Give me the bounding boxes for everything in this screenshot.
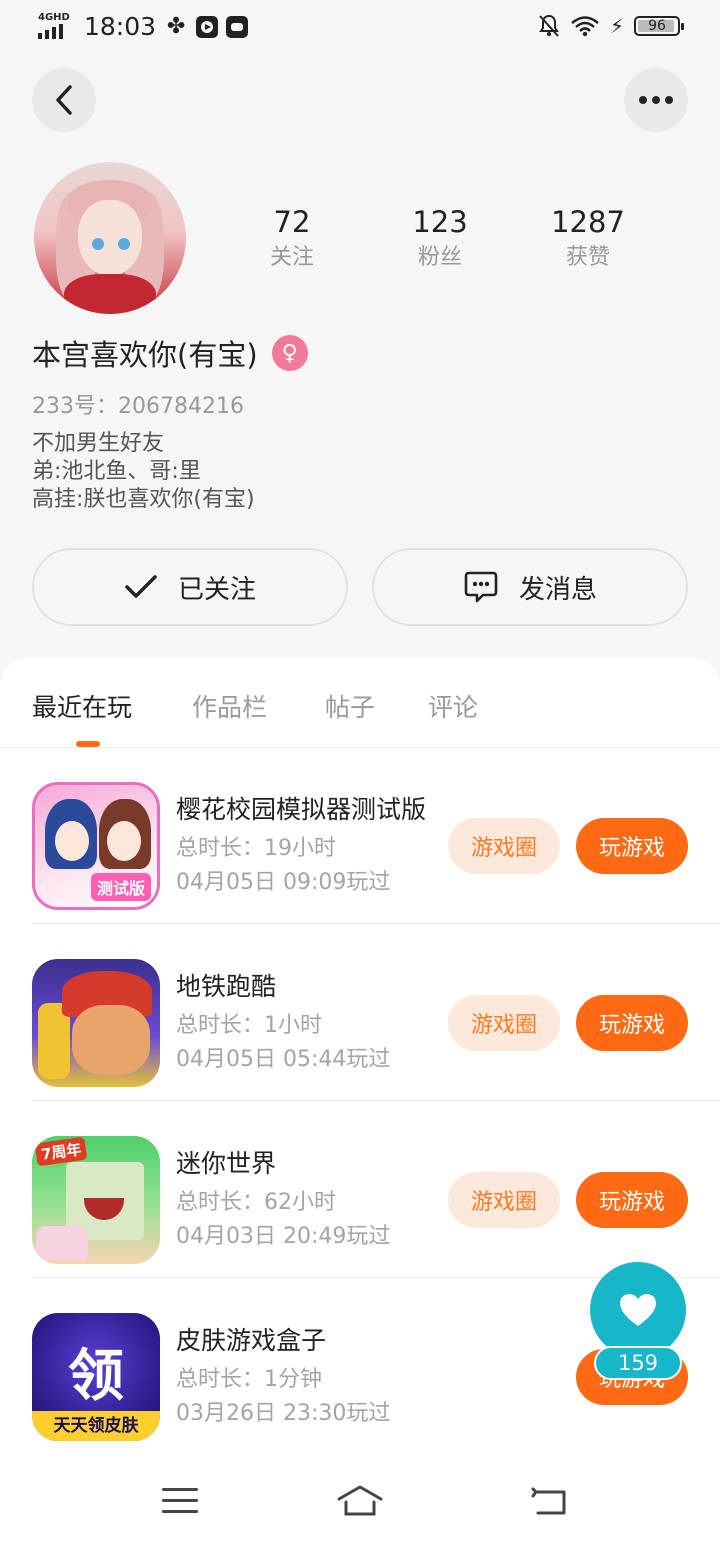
game-last-played: 03月26日 23:30玩过 <box>176 1401 391 1426</box>
game-row[interactable]: 地铁跑酷 总时长：1小时 04月05日 05:44玩过 游戏圈 玩游戏 <box>32 925 720 1101</box>
video-icon <box>196 15 219 38</box>
avatar[interactable] <box>34 162 186 314</box>
chat-bubble-icon <box>464 571 498 603</box>
following-button[interactable]: 已关注 <box>32 548 348 626</box>
play-game-button[interactable]: 玩游戏 <box>576 995 688 1051</box>
game-title: 迷你世界 <box>176 1149 277 1178</box>
check-icon <box>125 575 157 598</box>
profile-stats: 72 关注 123 粉丝 1287 获赞 <box>218 202 662 274</box>
game-title: 皮肤游戏盒子 <box>176 1326 327 1355</box>
stat-followers[interactable]: 123 粉丝 <box>366 202 514 274</box>
female-icon: ♀ <box>271 335 308 371</box>
status-bar: 4GHD 18:03 ✤ ⚡ 96 <box>0 0 720 56</box>
send-message-button[interactable]: 发消息 <box>372 548 688 626</box>
chevron-left-icon <box>56 85 72 115</box>
game-title: 地铁跑酷 <box>176 972 277 1001</box>
stat-following[interactable]: 72 关注 <box>218 202 366 274</box>
more-dots-icon <box>639 96 673 104</box>
game-duration: 总时长：19小时 <box>176 836 336 861</box>
menu-icon[interactable] <box>162 1488 198 1521</box>
tab-indicator <box>76 741 100 747</box>
profile-name: 本宫喜欢你(有宝) <box>32 338 258 372</box>
profile-bio: 不加男生好友 弟:池北鱼、哥:里 高挂:朕也喜欢你(有宝) <box>32 431 255 512</box>
game-circle-button[interactable]: 游戏圈 <box>448 818 560 874</box>
game-last-played: 04月03日 20:49玩过 <box>176 1224 391 1249</box>
game-last-played: 04月05日 05:44玩过 <box>176 1047 391 1072</box>
like-fab-button[interactable] <box>590 1262 686 1358</box>
game-circle-button[interactable]: 游戏圈 <box>448 995 560 1051</box>
tab-posts[interactable]: 帖子 <box>325 688 375 724</box>
play-game-button[interactable]: 玩游戏 <box>576 818 688 874</box>
stat-likes[interactable]: 1287 获赞 <box>514 202 662 274</box>
tab-works[interactable]: 作品栏 <box>192 688 267 724</box>
back-button[interactable] <box>32 68 96 132</box>
game-duration: 总时长：1小时 <box>176 1013 322 1038</box>
pinwheel-icon: ✤ <box>166 13 186 39</box>
content-panel: 最近在玩 作品栏 帖子 评论 测试版 樱花校园模拟器测试版 总时长：19小时 0… <box>0 658 720 1544</box>
game-duration: 总时长：1分钟 <box>176 1367 322 1392</box>
home-icon[interactable] <box>336 1484 384 1518</box>
game-circle-button[interactable]: 游戏圈 <box>448 1172 560 1228</box>
game-row[interactable]: 7周年 迷你世界 总时长：62小时 04月03日 20:49玩过 游戏圈 玩游戏 <box>32 1102 720 1278</box>
game-icon: 领 天天领皮肤 <box>32 1313 160 1441</box>
user-id: 233号：206784216 <box>32 394 244 419</box>
battery-icon: 96 <box>634 16 684 36</box>
more-button[interactable] <box>624 68 688 132</box>
notification-icon <box>226 15 249 38</box>
clock: 18:03 <box>84 12 157 41</box>
system-nav-bar <box>0 1458 720 1544</box>
back-nav-icon[interactable] <box>530 1486 568 1516</box>
charging-icon: ⚡ <box>609 14 624 38</box>
game-icon: 7周年 <box>32 1136 160 1264</box>
game-row[interactable]: 测试版 樱花校园模拟器测试版 总时长：19小时 04月05日 09:09玩过 游… <box>32 748 720 924</box>
mute-bell-icon <box>538 14 560 38</box>
play-game-button[interactable]: 玩游戏 <box>576 1172 688 1228</box>
signal-icon: 4GHD <box>38 12 72 41</box>
game-icon: 测试版 <box>32 782 160 910</box>
game-title: 樱花校园模拟器测试版 <box>176 795 427 824</box>
game-last-played: 04月05日 09:09玩过 <box>176 870 391 895</box>
tab-recent-play[interactable]: 最近在玩 <box>32 688 132 724</box>
heart-icon <box>620 1294 656 1326</box>
wifi-icon <box>570 15 600 37</box>
game-icon <box>32 959 160 1087</box>
tab-bar: 最近在玩 作品栏 帖子 评论 <box>0 658 720 748</box>
game-duration: 总时长：62小时 <box>176 1190 336 1215</box>
like-count-badge: 159 <box>594 1346 682 1380</box>
tab-comments[interactable]: 评论 <box>428 688 478 724</box>
